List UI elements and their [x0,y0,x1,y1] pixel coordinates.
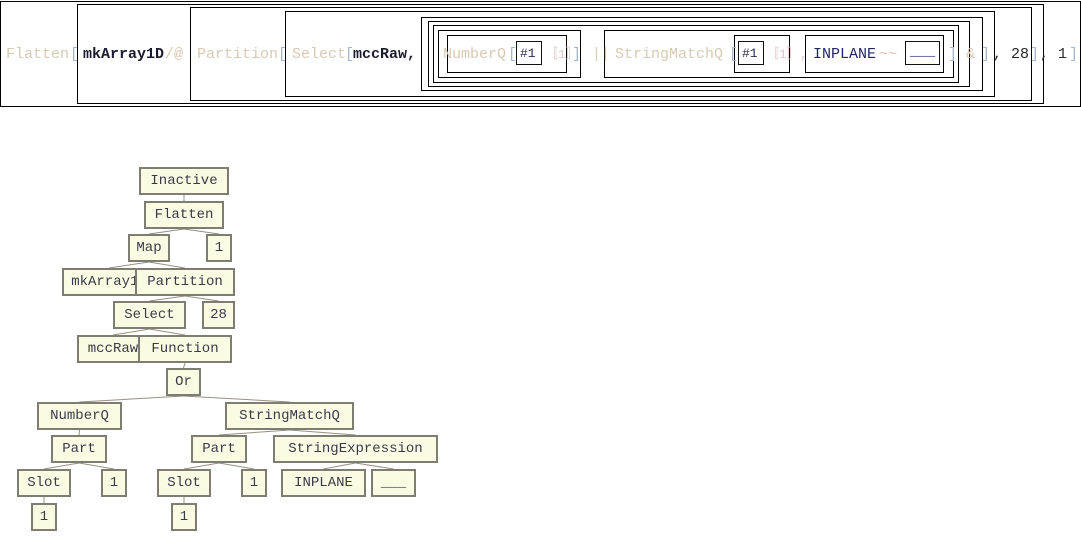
token-mkarray1d: mkArray1D [83,46,165,63]
slot-box-2: #1 [738,41,764,65]
token-slot-1: #1 [520,46,536,61]
tree-node-slot-num-left[interactable]: 1 [31,503,57,531]
tree-node-map[interactable]: Map [128,234,170,262]
tree-node-or[interactable]: Or [166,368,201,396]
token-map-operator: /@ [165,46,184,63]
token-flatten-arg: , 1 [1040,46,1068,63]
inactive-expression-output: Flatten [ mkArray1D /@ Partition [ Selec… [0,0,1081,108]
token-bracket-flatten-close: ] [1069,46,1079,63]
tree-node-slot-right[interactable]: Slot [157,469,211,497]
token-flatten: Flatten [6,46,70,63]
tree-node-slot-num-right[interactable]: 1 [171,503,197,531]
token-bracket-partition-close: ] [1030,46,1040,63]
tree-node-select[interactable]: Select [113,301,186,329]
token-blank-null-sequence: ___ [910,44,936,60]
token-bracket-partition-open: [ [278,46,288,63]
token-bracket-select-close: ] [981,46,991,63]
tree-node-inactive[interactable]: Inactive [139,167,229,195]
token-string-join-operator: ~~ [879,46,898,63]
tree-node-flatten[interactable]: Flatten [144,201,224,229]
token-numberq: NumberQ [443,46,507,63]
slot-box-1: #1 [516,41,542,65]
token-or-operator: || [592,46,611,63]
token-bracket-numberq-close: ] [572,46,582,63]
tree-node-partition-n[interactable]: 28 [202,301,235,329]
expression-tree: Inactive Flatten Map 1 mkArray1D Partition Sel… [0,108,1081,559]
tree-node-part-right[interactable]: Part [191,435,247,463]
token-bracket-flatten-open: [ [70,46,80,63]
token-stringmatchq: StringMatchQ [615,46,724,63]
tree-node-blanknullseq[interactable]: ___ [371,469,416,497]
token-partition-arg: , 28 [993,46,1030,63]
tree-node-part-left[interactable]: Part [51,435,107,463]
tree-node-stringexpression[interactable]: StringExpression [273,435,438,463]
token-mccraw: mccRaw, [353,46,417,63]
token-bracket-stringmatchq-close: ] [948,46,958,63]
token-bracket-stringmatchq-open: [ [729,46,739,63]
blank-null-sequence-box: ___ [905,41,940,65]
tree-node-partition[interactable]: Partition [135,268,235,296]
token-function-amp: & [966,46,976,63]
tree-node-one-right[interactable]: 1 [241,469,267,497]
tree-node-slot-left[interactable]: Slot [17,469,71,497]
token-partition: Partition [197,46,279,63]
tree-node-one-left[interactable]: 1 [101,469,127,497]
token-select: Select [292,46,347,63]
tree-node-stringmatchq[interactable]: StringMatchQ [225,402,354,430]
token-inplane: INPLANE [813,46,877,63]
tree-node-numberq[interactable]: NumberQ [37,402,122,430]
tree-node-function[interactable]: Function [138,335,232,363]
token-slot-2: #1 [742,46,758,61]
token-part-index-2: 〚1〛, [766,47,808,62]
tree-node-flatten-level[interactable]: 1 [206,234,232,262]
tree-node-inplane[interactable]: INPLANE [281,469,366,497]
